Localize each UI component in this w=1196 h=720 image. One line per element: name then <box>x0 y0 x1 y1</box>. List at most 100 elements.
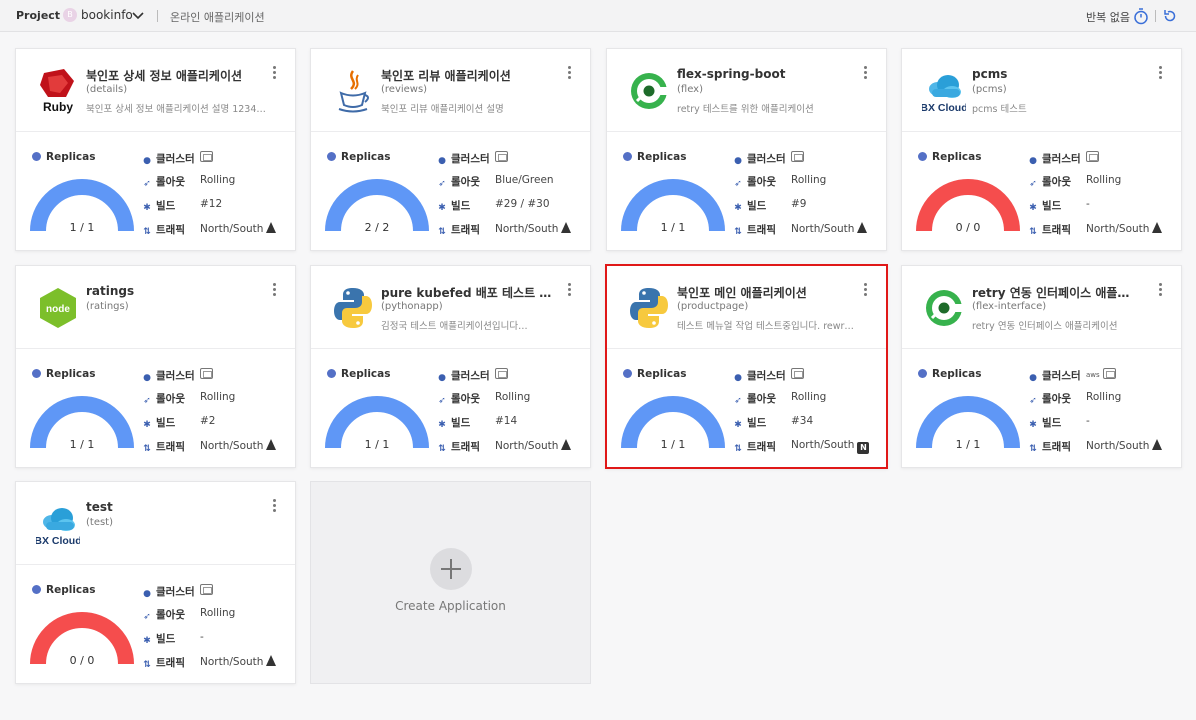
application-card[interactable]: 북인포 리뷰 애플리케이션 (reviews) 북인포 리뷰 애플리케이션 설명 Re… <box>310 48 591 251</box>
card-header: BX Cloud test (test) <box>16 482 295 565</box>
cluster-icon[interactable] <box>1086 151 1099 162</box>
plus-icon[interactable] <box>430 548 472 590</box>
cluster-icon[interactable] <box>791 368 804 379</box>
app-title[interactable]: pure kubefed 배포 테스트 … <box>381 284 561 301</box>
more-menu-icon[interactable] <box>1155 282 1165 300</box>
replicas-label: Replicas <box>918 151 981 163</box>
card-header: node ratings (ratings) <box>16 266 295 349</box>
application-card[interactable]: Ruby 북인포 상세 정보 애플리케이션 (details) 북인포 상세 정보 애… <box>15 48 296 251</box>
application-card[interactable]: node ratings (ratings) Replicas 1 / 1 ● 클러스터 ➶ 롤… <box>15 265 296 468</box>
app-title[interactable]: 북인포 리뷰 애플리케이션 <box>381 67 561 84</box>
more-menu-icon[interactable] <box>564 282 574 300</box>
build-label: ✱ 빌드 <box>734 417 767 430</box>
app-title[interactable]: 북인포 메인 애플리케이션 <box>677 284 857 301</box>
bxcloud-logo: BX Cloud <box>34 500 82 548</box>
rollout-label: ➶ 롤아웃 <box>143 609 185 622</box>
cluster-value[interactable]: aws <box>1086 368 1116 382</box>
rollout-value: Rolling <box>791 391 827 403</box>
rocket-icon: ➶ <box>143 179 151 189</box>
cluster-icon[interactable] <box>791 151 804 162</box>
more-menu-icon[interactable] <box>860 65 870 83</box>
app-id: (productpage) <box>677 301 749 312</box>
cluster-label: ● 클러스터 <box>734 153 786 166</box>
cluster-value[interactable] <box>495 368 508 382</box>
repeat-select[interactable]: 반복 없음 <box>1086 9 1130 25</box>
cluster-icon[interactable] <box>200 368 213 379</box>
sail-icon <box>1152 439 1163 450</box>
cluster-label: ● 클러스터 <box>1029 153 1081 166</box>
refresh-icon[interactable] <box>1162 8 1178 24</box>
build-value: - <box>200 631 204 643</box>
app-title[interactable]: test <box>86 500 266 514</box>
cluster-value[interactable] <box>200 368 213 382</box>
cluster-icon[interactable] <box>200 151 213 162</box>
cluster-icon[interactable] <box>200 584 213 595</box>
cluster-value[interactable] <box>495 151 508 165</box>
cluster-icon[interactable] <box>1102 368 1116 379</box>
application-card[interactable]: BX Cloud pcms (pcms) pcms 테스트 Replicas 0 / 0 ●… <box>901 48 1182 251</box>
rollout-label: ➶ 롤아웃 <box>734 176 776 189</box>
application-card[interactable]: BX Cloud test (test) Replicas 0 / 0 ● 클러스터 ➶ 롤아웃… <box>15 481 296 684</box>
traffic-label: ⇅ 트래픽 <box>734 224 776 237</box>
timer-icon[interactable] <box>1133 7 1149 25</box>
svg-text:BX Cloud: BX Cloud <box>922 102 966 114</box>
top-bar: Project : B bookinfo 온라인 애플리케이션 반복 없음 <box>0 0 1196 32</box>
more-menu-icon[interactable] <box>564 65 574 83</box>
cluster-icon: ● <box>143 156 151 166</box>
replicas-value: 1 / 1 <box>660 221 686 234</box>
cluster-value[interactable] <box>1086 151 1099 165</box>
replicas-label: Replicas <box>32 151 95 163</box>
traffic-label: ⇅ 트래픽 <box>1029 441 1071 454</box>
app-id: (ratings) <box>86 301 129 312</box>
build-value: #34 <box>791 415 814 427</box>
gear-icon: ✱ <box>734 203 742 213</box>
application-card[interactable]: 북인포 메인 애플리케이션 (productpage) 테스트 메뉴얼 작업 테스트… <box>605 264 888 469</box>
more-menu-icon[interactable] <box>269 282 279 300</box>
cluster-icon[interactable] <box>495 151 508 162</box>
cluster-icon: ● <box>1029 373 1037 383</box>
ruby-logo: Ruby <box>36 67 80 115</box>
rollout-value: Blue/Green <box>495 174 554 186</box>
sail-icon <box>266 222 277 233</box>
app-title[interactable]: retry 연동 인터페이스 애플… <box>972 284 1152 301</box>
application-card[interactable]: flex-spring-boot (flex) retry 테스트를 위한 애플리케… <box>606 48 887 251</box>
sail-icon <box>1152 222 1163 233</box>
traffic-arrows-icon: ⇅ <box>143 227 151 237</box>
replicas-value: 1 / 1 <box>69 438 95 451</box>
cluster-label: ● 클러스터 <box>438 370 490 383</box>
cluster-icon: ● <box>734 373 742 383</box>
traffic-arrows-icon: ⇅ <box>734 444 742 454</box>
cluster-icon: ● <box>734 156 742 166</box>
more-menu-icon[interactable] <box>860 282 870 300</box>
more-menu-icon[interactable] <box>1155 65 1165 83</box>
gear-icon: ✱ <box>143 636 151 646</box>
application-card[interactable]: retry 연동 인터페이스 애플… (flex-interface) retry … <box>901 265 1182 468</box>
build-label: ✱ 빌드 <box>1029 200 1062 213</box>
cluster-value[interactable] <box>791 151 804 165</box>
app-title[interactable]: flex-spring-boot <box>677 67 857 81</box>
card-header: 북인포 메인 애플리케이션 (productpage) 테스트 메뉴얼 작업 테스트… <box>607 266 886 349</box>
svg-text:Ruby: Ruby <box>43 100 73 114</box>
app-description: retry 테스트를 위한 애플리케이션 <box>677 104 814 115</box>
more-menu-icon[interactable] <box>269 498 279 516</box>
app-title[interactable]: 북인포 상세 정보 애플리케이션 <box>86 67 266 84</box>
cluster-icon[interactable] <box>495 368 508 379</box>
build-value: #12 <box>200 198 223 210</box>
app-title[interactable]: pcms <box>972 67 1152 81</box>
chevron-down-icon[interactable] <box>130 8 146 24</box>
sail-icon <box>561 222 572 233</box>
build-label: ✱ 빌드 <box>438 417 471 430</box>
sail-icon <box>561 439 572 450</box>
create-application-card[interactable]: Create Application <box>310 481 591 684</box>
sail-icon <box>266 655 277 666</box>
app-id: (details) <box>86 84 128 95</box>
project-name[interactable]: bookinfo <box>81 8 133 22</box>
project-label: Project : <box>16 9 69 22</box>
app-title[interactable]: ratings <box>86 284 266 298</box>
more-menu-icon[interactable] <box>269 65 279 83</box>
rocket-icon: ➶ <box>734 396 742 406</box>
cluster-value[interactable] <box>200 151 213 165</box>
cluster-value[interactable] <box>200 584 213 598</box>
application-card[interactable]: pure kubefed 배포 테스트 … (pythonapp) 김정국 테스트 … <box>310 265 591 468</box>
cluster-value[interactable] <box>791 368 804 382</box>
